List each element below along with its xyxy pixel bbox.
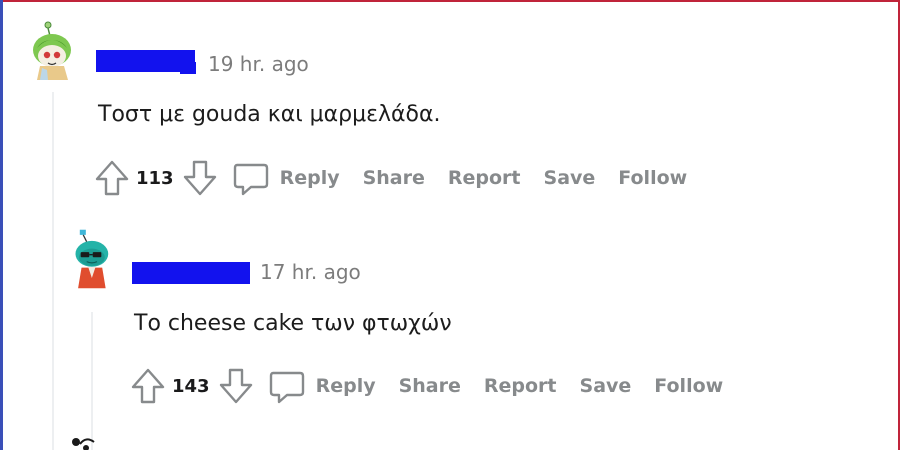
save-button[interactable]: Save — [580, 375, 632, 397]
window-border-top — [0, 0, 900, 2]
follow-button[interactable]: Follow — [618, 167, 687, 189]
reply-label: Reply — [279, 167, 340, 189]
snoo-avatar-partial-icon[interactable] — [62, 432, 102, 450]
comment-body: Το cheese cake των φτωχών — [134, 311, 452, 336]
snoo-avatar-green-icon[interactable] — [28, 18, 78, 80]
report-button[interactable]: Report — [484, 375, 557, 397]
report-button[interactable]: Report — [448, 167, 521, 189]
redacted-username — [132, 262, 250, 284]
comment-actions-bar: 143 Reply Share Report Save Follow — [130, 366, 746, 406]
redacted-username-overflow — [180, 62, 196, 74]
vote-score: 113 — [136, 167, 174, 189]
reply-label: Reply — [315, 375, 376, 397]
upvote-arrow-icon[interactable] — [94, 159, 130, 197]
thread-collapse-line[interactable] — [52, 92, 54, 450]
share-button[interactable]: Share — [363, 167, 425, 189]
vote-score: 143 — [172, 375, 210, 397]
comment-body: Τοστ με gouda και μαρμελάδα. — [98, 102, 441, 127]
speech-bubble-icon — [232, 159, 270, 197]
snoo-avatar-teal-icon[interactable] — [66, 228, 116, 290]
downvote-arrow-icon[interactable] — [182, 159, 218, 197]
comment-actions-bar: 113 Reply Share Report Save Follow — [94, 158, 710, 198]
upvote-arrow-icon[interactable] — [130, 367, 166, 405]
share-button[interactable]: Share — [399, 375, 461, 397]
window-border-left — [0, 0, 3, 450]
speech-bubble-icon — [268, 367, 306, 405]
reply-button[interactable]: Reply — [268, 367, 376, 405]
follow-button[interactable]: Follow — [654, 375, 723, 397]
comment-timestamp[interactable]: 17 hr. ago — [260, 260, 361, 284]
downvote-arrow-icon[interactable] — [218, 367, 254, 405]
reply-button[interactable]: Reply — [232, 159, 340, 197]
comment-timestamp[interactable]: 19 hr. ago — [208, 52, 309, 76]
thread-collapse-line[interactable] — [91, 312, 93, 450]
save-button[interactable]: Save — [544, 167, 596, 189]
